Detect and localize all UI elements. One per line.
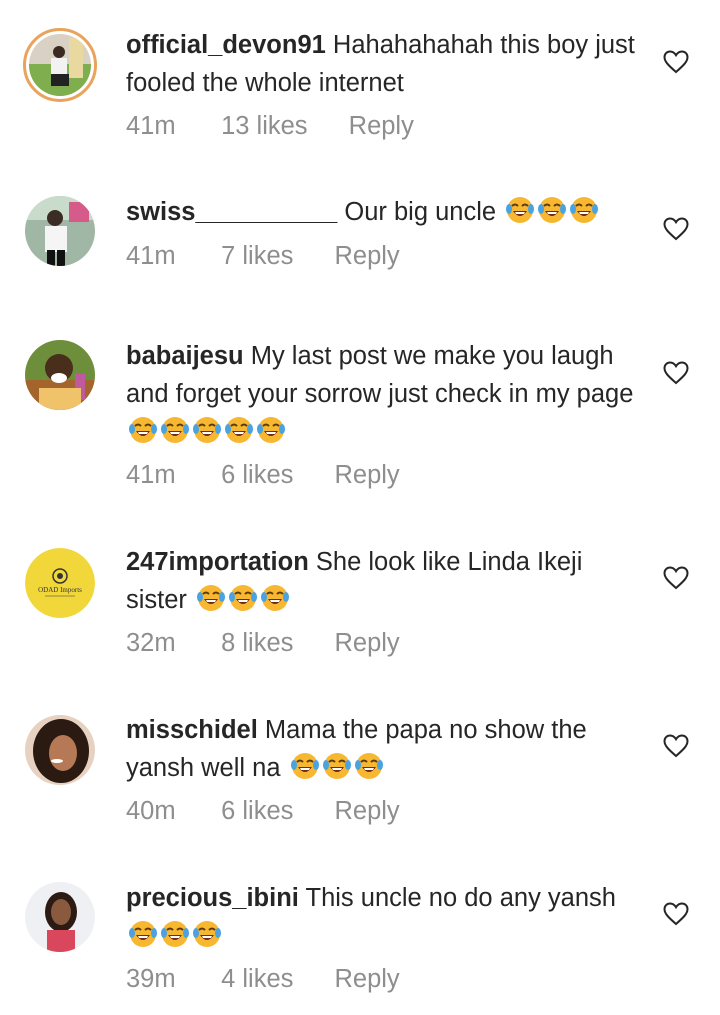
face-with-tears-of-joy-emoji <box>257 417 285 443</box>
face-with-tears-of-joy-emoji <box>225 417 253 443</box>
avatar[interactable] <box>23 28 97 102</box>
face-with-tears-of-joy-emoji <box>193 417 221 443</box>
avatar[interactable] <box>25 882 95 952</box>
comment-time: 41m <box>126 461 176 489</box>
avatar[interactable]: ODAD Imports <box>25 548 95 618</box>
heart-outline-icon[interactable] <box>663 902 689 926</box>
emoji-group <box>126 417 286 446</box>
comment-username[interactable]: misschidel <box>126 716 258 744</box>
comment-time: 41m <box>126 242 176 270</box>
comment-likes[interactable]: 7 likes <box>221 242 293 271</box>
reply-button[interactable]: Reply <box>349 112 414 141</box>
reply-button[interactable]: Reply <box>334 461 399 490</box>
face-with-tears-of-joy-emoji <box>197 585 226 611</box>
heart-outline-icon[interactable] <box>663 566 689 590</box>
emoji-group <box>281 753 384 782</box>
emoji-group <box>503 197 599 226</box>
reply-button[interactable]: Reply <box>334 965 399 994</box>
heart-outline-icon[interactable] <box>663 50 689 74</box>
comment-likes[interactable]: 6 likes <box>221 461 293 490</box>
comment-time: 41m <box>126 112 176 140</box>
comment-text: This uncle no do any yansh <box>305 884 616 912</box>
avatar-logo-text: ODAD Imports <box>38 586 82 594</box>
emoji-group <box>126 921 222 950</box>
face-with-tears-of-joy-emoji <box>322 753 351 779</box>
face-with-tears-of-joy-emoji <box>161 417 189 443</box>
comment-time: 40m <box>126 797 176 825</box>
comment-username[interactable]: babaijesu <box>126 342 244 370</box>
heart-outline-icon[interactable] <box>663 217 689 241</box>
comment-username[interactable]: 247importation <box>126 548 309 576</box>
comment-likes[interactable]: 6 likes <box>221 797 293 826</box>
comment-likes[interactable]: 13 likes <box>221 112 307 141</box>
face-with-tears-of-joy-emoji <box>129 417 157 443</box>
face-with-tears-of-joy-emoji <box>129 921 157 947</box>
comment-username[interactable]: precious_ibini <box>126 884 299 912</box>
comment-username[interactable]: official_devon91 <box>126 31 326 59</box>
avatar[interactable] <box>25 340 95 410</box>
comment-likes[interactable]: 4 likes <box>221 965 293 994</box>
emoji-group <box>194 585 290 614</box>
face-with-tears-of-joy-emoji <box>161 921 189 947</box>
face-with-tears-of-joy-emoji <box>290 753 319 779</box>
reply-button[interactable]: Reply <box>334 242 399 271</box>
comment-likes[interactable]: 8 likes <box>221 629 293 658</box>
face-with-tears-of-joy-emoji <box>506 197 535 223</box>
avatar[interactable] <box>25 196 95 266</box>
avatar[interactable] <box>25 715 95 785</box>
comment-username[interactable]: swiss__________ <box>126 198 337 226</box>
reply-button[interactable]: Reply <box>334 629 399 658</box>
heart-outline-icon[interactable] <box>663 361 689 385</box>
face-with-tears-of-joy-emoji <box>354 753 383 779</box>
comment-text: Our big uncle <box>344 198 497 226</box>
heart-outline-icon[interactable] <box>663 734 689 758</box>
comment-time: 39m <box>126 965 176 993</box>
reply-button[interactable]: Reply <box>334 797 399 826</box>
comment-time: 32m <box>126 629 176 657</box>
face-with-tears-of-joy-emoji <box>229 585 258 611</box>
face-with-tears-of-joy-emoji <box>570 197 599 223</box>
face-with-tears-of-joy-emoji <box>193 921 221 947</box>
face-with-tears-of-joy-emoji <box>538 197 567 223</box>
face-with-tears-of-joy-emoji <box>261 585 290 611</box>
